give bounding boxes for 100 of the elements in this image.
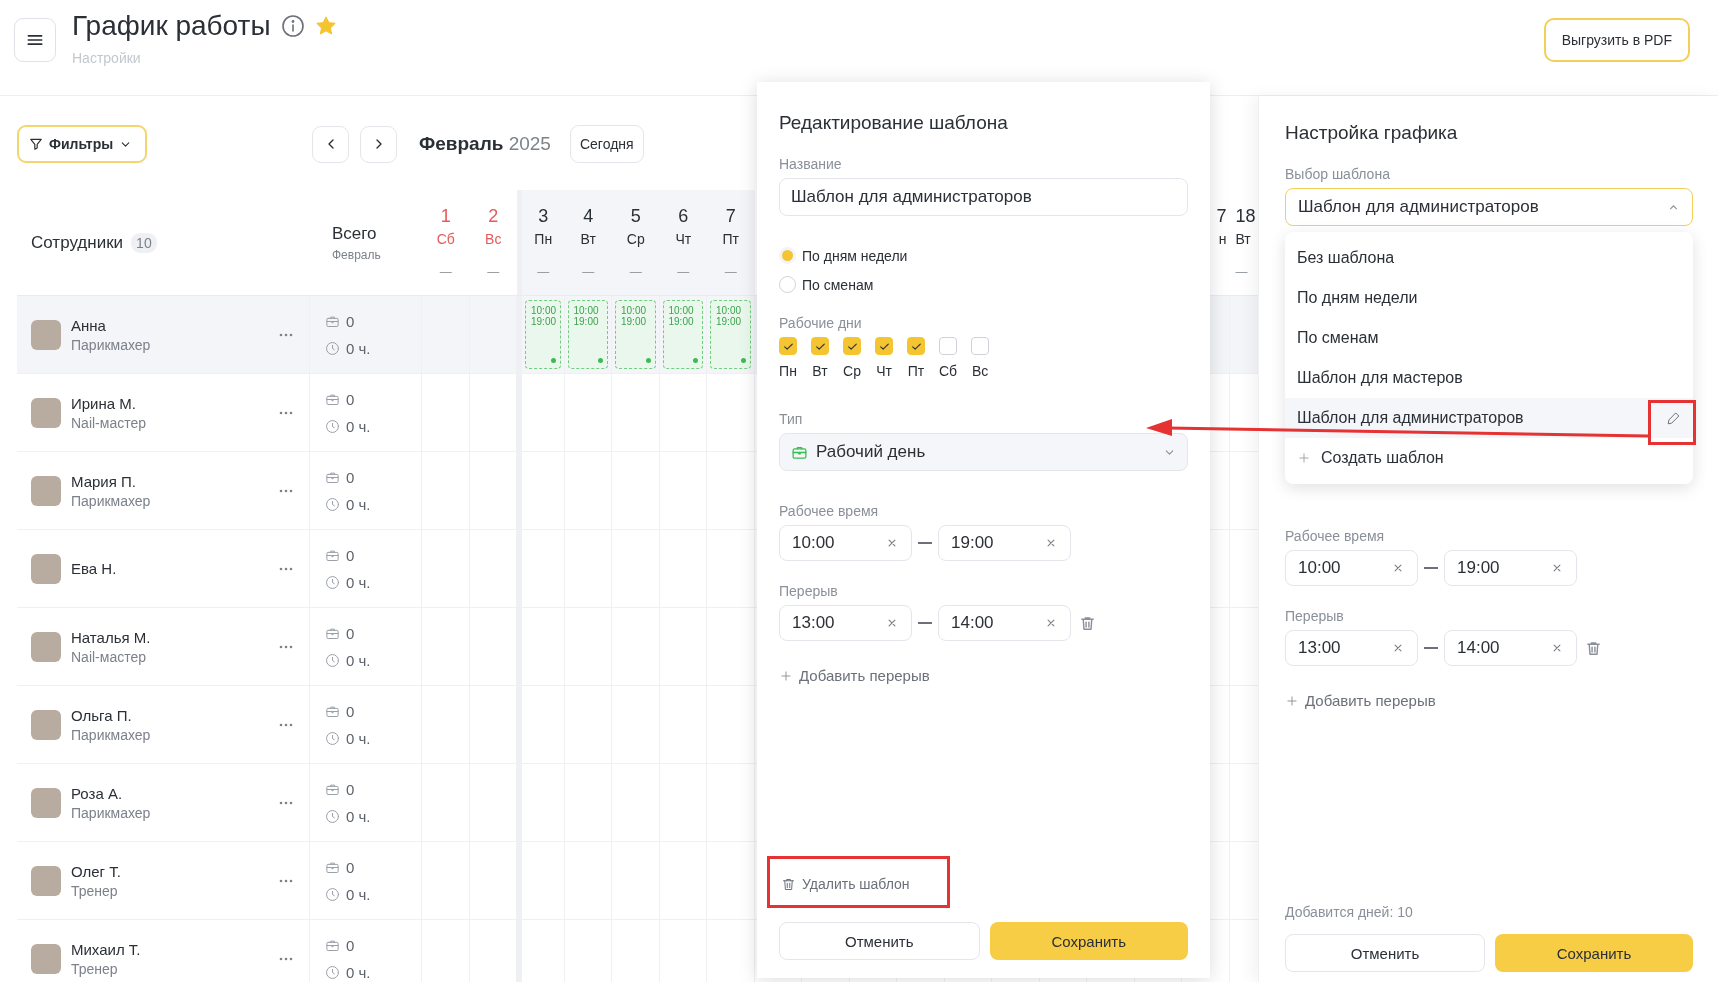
more-icon[interactable]: [279, 800, 293, 805]
more-icon[interactable]: [279, 332, 293, 337]
more-icon[interactable]: [279, 488, 293, 493]
range-dash: [918, 622, 932, 624]
checkbox[interactable]: [939, 337, 958, 355]
plus-icon: [779, 668, 793, 683]
checkbox[interactable]: [971, 337, 990, 355]
more-icon[interactable]: [279, 722, 293, 727]
more-icon[interactable]: [279, 956, 293, 961]
clock-icon: [325, 886, 340, 902]
filter-icon: [29, 137, 43, 151]
clock-icon: [325, 496, 340, 512]
export-pdf-button[interactable]: Выгрузить в PDF: [1543, 18, 1690, 62]
dropdown-option[interactable]: Шаблон для мастеров: [1285, 358, 1693, 398]
time-field[interactable]: 14:00: [1444, 630, 1577, 666]
shift-count: 0: [346, 936, 355, 954]
radio-option[interactable]: По дням недели: [779, 247, 1188, 264]
more-icon[interactable]: [279, 644, 293, 649]
briefcase-icon: [325, 313, 340, 329]
hours-total: 0 ч.: [346, 651, 371, 669]
cancel-button[interactable]: Отменить: [1285, 934, 1485, 972]
field-label: Тип: [779, 411, 804, 427]
dropdown-option[interactable]: По дням недели: [1285, 278, 1693, 318]
column-subheading: Февраль: [332, 247, 382, 262]
clock-icon: [325, 730, 340, 746]
dropdown-option[interactable]: По сменам: [1285, 318, 1693, 358]
employee-name: Мария П.: [71, 472, 137, 490]
day-header: 4 Вт —: [564, 190, 612, 295]
add-break-button[interactable]: Добавить перерыв: [1285, 692, 1693, 709]
today-button[interactable]: Сегодня: [569, 125, 644, 163]
time-field[interactable]: 10:00: [1285, 550, 1418, 586]
employee-name: Ирина М.: [71, 394, 137, 412]
column-heading: Всего: [332, 223, 378, 244]
avatar-placeholder: [31, 865, 61, 896]
time-field[interactable]: 19:00: [938, 525, 1071, 561]
briefcase-icon: [325, 859, 340, 875]
hours-total: 0 ч.: [346, 807, 371, 825]
checkbox[interactable]: [811, 337, 829, 355]
checkbox[interactable]: [779, 337, 797, 355]
column-heading: Сотрудники: [31, 232, 124, 253]
star-icon[interactable]: [314, 15, 337, 37]
avatar-placeholder: [31, 943, 61, 974]
time-field[interactable]: 10:00: [779, 525, 912, 561]
employee-role: Тренер: [71, 882, 119, 899]
hours-total: 0 ч.: [346, 495, 371, 513]
type-select[interactable]: Рабочий день: [779, 433, 1188, 471]
dropdown-option[interactable]: Шаблон для администраторов: [1285, 398, 1693, 438]
time-field[interactable]: 13:00: [1285, 630, 1418, 666]
trash-icon[interactable]: [1079, 614, 1096, 632]
radio-option[interactable]: По сменам: [779, 276, 1188, 293]
day-header: 1 Сб —: [435, 205, 456, 281]
info-icon[interactable]: [280, 14, 305, 38]
checkbox[interactable]: [875, 337, 893, 355]
avatar-placeholder: [31, 787, 61, 818]
avatar-placeholder: [31, 631, 61, 662]
briefcase-icon: [325, 625, 340, 641]
shift-count: 0: [346, 546, 355, 564]
more-icon[interactable]: [279, 410, 293, 415]
day-header: 5 Ср —: [612, 190, 660, 295]
edit-icon[interactable]: [1666, 410, 1681, 426]
month-label: Февраль 2025: [419, 133, 551, 155]
employee-role: Nail-мастер: [71, 648, 148, 665]
avatar-placeholder: [31, 475, 61, 506]
more-icon[interactable]: [279, 878, 293, 883]
save-button[interactable]: Сохранить: [1495, 934, 1693, 972]
time-field[interactable]: 19:00: [1444, 550, 1577, 586]
delete-template-button[interactable]: Удалить шаблон: [781, 876, 1188, 892]
cancel-button[interactable]: Отменить: [779, 922, 980, 960]
create-template-option[interactable]: Создать шаблон: [1285, 438, 1693, 478]
clock-icon: [325, 964, 340, 980]
employee-role: Тренер: [71, 960, 119, 977]
shift-count: 0: [346, 702, 355, 720]
shift-count: 0: [346, 390, 355, 408]
add-break-button[interactable]: Добавить перерыв: [779, 667, 1188, 684]
clock-icon: [325, 418, 340, 434]
filters-button[interactable]: Фильтры: [17, 125, 147, 163]
shift-count: 0: [346, 624, 355, 642]
time-field[interactable]: 14:00: [938, 605, 1071, 641]
days-added-note: Добавится дней: 10: [1285, 904, 1414, 920]
dropdown-option[interactable]: Без шаблона: [1285, 238, 1693, 278]
shift-count: 0: [346, 858, 355, 876]
range-dash: [1424, 647, 1438, 649]
briefcase-icon: [325, 469, 340, 485]
menu-button[interactable]: [14, 18, 56, 62]
highlight-frame: [1648, 400, 1696, 445]
field-label: Рабочие дни: [779, 315, 863, 331]
save-button[interactable]: Сохранить: [989, 922, 1188, 960]
briefcase-icon: [325, 547, 340, 563]
employee-name: Анна: [71, 316, 107, 334]
more-icon[interactable]: [279, 566, 293, 571]
clock-icon: [325, 574, 340, 590]
clock-icon: [325, 808, 340, 824]
trash-icon[interactable]: [1585, 639, 1602, 657]
checkbox[interactable]: [843, 337, 861, 355]
panel-title: Настройка графика: [1285, 122, 1459, 144]
time-field[interactable]: 13:00: [779, 605, 912, 641]
checkbox[interactable]: [907, 337, 925, 355]
name-input-field[interactable]: Шаблон для администраторов: [779, 178, 1188, 216]
template-select[interactable]: Шаблон для администраторов: [1285, 188, 1693, 226]
employee-name: Ева Н.: [71, 560, 118, 577]
